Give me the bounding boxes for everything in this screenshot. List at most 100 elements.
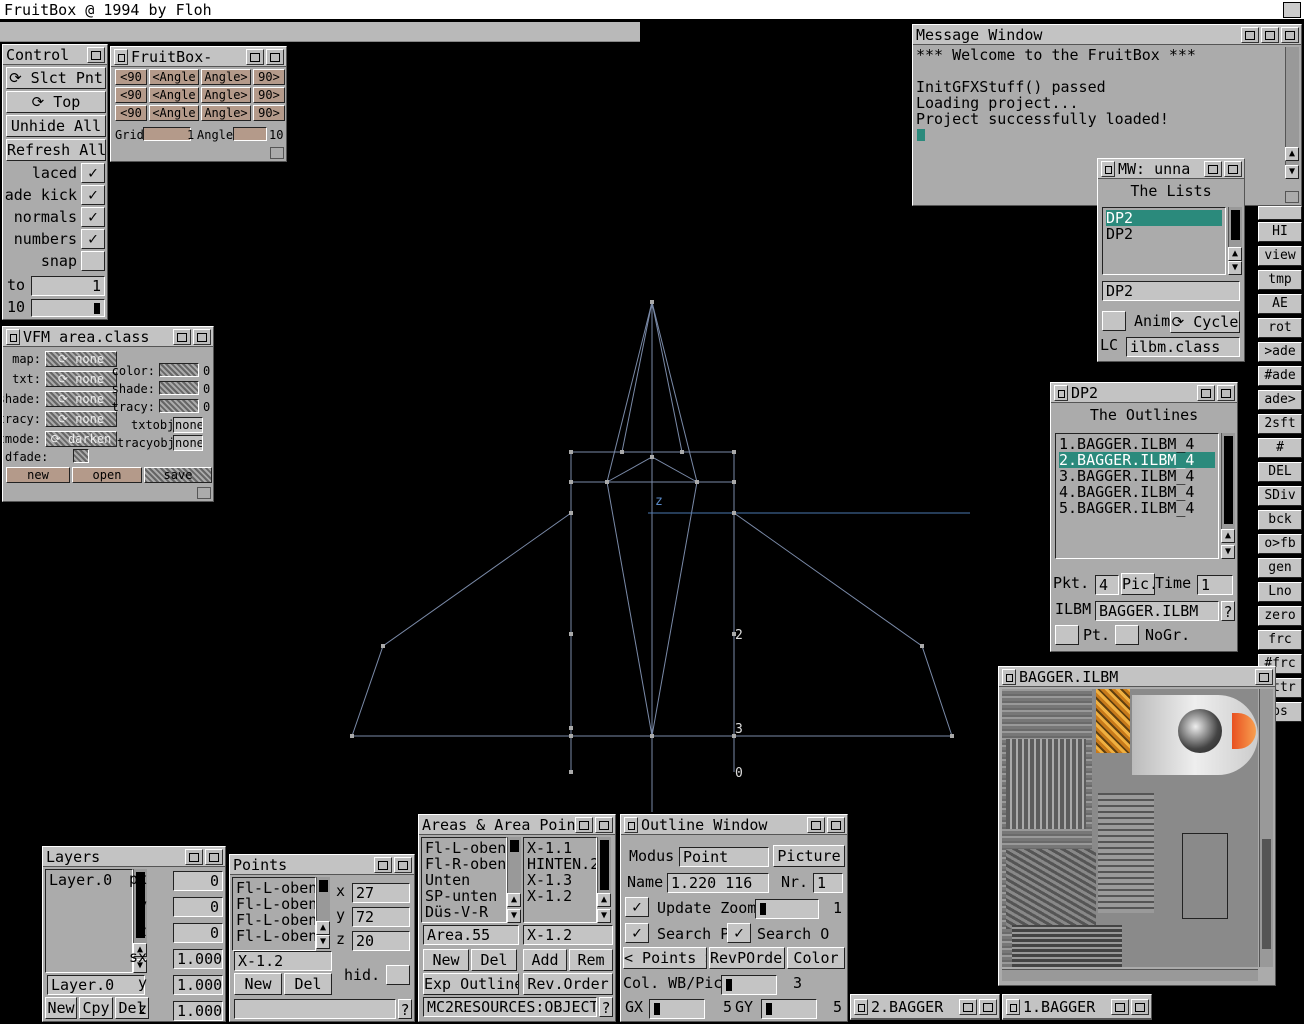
depth-gadget-icon[interactable]	[87, 46, 105, 63]
depth-gadget-icon[interactable]	[1255, 668, 1273, 685]
depth-gadget-icon[interactable]	[1217, 384, 1235, 401]
vfm-new-button[interactable]: new	[6, 467, 70, 483]
layers-listview[interactable]: Layer.0	[45, 869, 133, 973]
points-scrollbar[interactable]	[316, 877, 330, 923]
option-checkbox[interactable]: ✓	[81, 229, 105, 249]
sidebar-command-button[interactable]: ade>	[1258, 390, 1302, 410]
depth-gadget-icon[interactable]	[193, 328, 211, 345]
list-item[interactable]: X-1.3	[527, 872, 593, 888]
hidden-checkbox[interactable]	[386, 965, 410, 985]
grid-slider[interactable]	[143, 127, 191, 141]
rotate-button[interactable]: <90	[115, 105, 147, 121]
layer-name-field[interactable]: Layer.0	[47, 975, 145, 995]
zoom-gadget-icon[interactable]	[185, 848, 203, 865]
depth-gadget-icon[interactable]	[827, 816, 845, 833]
sidebar-command-button[interactable]: Lno	[1258, 582, 1302, 602]
vfm-param-cycle[interactable]: ⟳ darken	[45, 431, 117, 447]
vfm-param-slider[interactable]	[159, 381, 199, 395]
list-item[interactable]: Unten	[425, 872, 503, 888]
gx-slider[interactable]	[649, 999, 705, 1019]
control-titlebar[interactable]: Control	[3, 45, 107, 65]
scroll-down-icon[interactable]: ▼	[316, 935, 330, 949]
scroll-up-icon[interactable]: ▲	[316, 921, 330, 935]
bagger-texture-image[interactable]	[1002, 689, 1258, 967]
depth-gadget-icon[interactable]	[1224, 160, 1242, 177]
dfade-slider[interactable]	[73, 449, 89, 463]
lists-listview[interactable]: DP2 DP2	[1102, 207, 1226, 275]
zoom-slider[interactable]	[755, 899, 819, 919]
unhide-all-button[interactable]: Unhide All	[6, 115, 106, 137]
pkt-field[interactable]: 4	[1095, 575, 1119, 595]
vfm-param-slider[interactable]	[159, 363, 199, 377]
zoom-gadget-icon[interactable]	[1197, 384, 1215, 401]
search-p-checkbox[interactable]: ✓	[625, 923, 649, 943]
scroll-knob[interactable]	[1262, 839, 1271, 949]
coord-field[interactable]: 72	[352, 907, 410, 927]
outline-name-field[interactable]: 1.220 116	[667, 873, 769, 893]
bagger1-window[interactable]: 1.BAGGER	[1002, 994, 1152, 1020]
coord-field[interactable]: 27	[352, 883, 410, 903]
nogr-checkbox[interactable]	[1115, 625, 1139, 645]
lc-field[interactable]: ilbm.class	[1126, 337, 1240, 357]
rotate-button[interactable]: 90>	[253, 69, 285, 85]
close-icon[interactable]	[1006, 998, 1020, 1015]
point-name-field[interactable]: X-1.2	[234, 951, 332, 971]
rotate-button[interactable]: <Angle	[149, 87, 199, 103]
layer-copy-button[interactable]: Cpy	[79, 997, 113, 1019]
control-window[interactable]: Control ⟳ Slct Pnt ⟳ Top Unhide All Refr…	[2, 44, 108, 320]
scroll-knob[interactable]	[1231, 210, 1240, 240]
list-item[interactable]: X-1.2	[527, 888, 593, 904]
option-checkbox[interactable]: ✓	[81, 185, 105, 205]
sidebar-command-button[interactable]: view	[1258, 246, 1302, 266]
list-item[interactable]: X-1.1	[527, 840, 593, 856]
outlines-scrollbar[interactable]	[1221, 433, 1235, 529]
list-item[interactable]: 5.BAGGER.ILBM_4	[1059, 500, 1215, 516]
tracyobj-field[interactable]: none	[173, 435, 203, 451]
list-item[interactable]: 3.BAGGER.ILBM_4	[1059, 468, 1215, 484]
list-item[interactable]: 2.BAGGER.ILBM_4	[1059, 452, 1215, 468]
list-item[interactable]: Fl-L-oben	[236, 880, 315, 896]
scroll-knob[interactable]	[600, 840, 609, 890]
scroll-down-icon[interactable]: ▼	[1221, 545, 1235, 559]
list-item[interactable]: 1.BAGGER.ILBM_4	[1059, 436, 1215, 452]
area-point-field[interactable]: X-1.2	[523, 925, 613, 945]
color-button[interactable]: Color	[787, 947, 845, 969]
coord-field[interactable]: 0	[173, 897, 223, 917]
coord-field[interactable]: 1.000	[173, 1001, 223, 1021]
coord-field[interactable]: 0	[173, 923, 223, 943]
outlines-listview[interactable]: 1.BAGGER.ILBM_4 2.BAGGER.ILBM_4 3.BAGGER…	[1055, 433, 1219, 559]
points-listview[interactable]: Fl-L-oben Fl-L-oben Fl-L-oben Fl-L-oben	[232, 877, 316, 951]
rotate-button[interactable]: Angle>	[201, 105, 251, 121]
iconify-gadget-icon[interactable]	[1241, 26, 1259, 43]
sidebar-command-button[interactable]: HI	[1258, 222, 1302, 242]
view-top-cycle[interactable]: ⟳ Top	[6, 91, 106, 113]
point-help-button[interactable]: ?	[398, 999, 412, 1019]
vfm-param-cycle[interactable]: ⟳ none	[45, 371, 117, 387]
sidebar-command-button[interactable]: tmp	[1258, 270, 1302, 290]
vfm-param-cycle[interactable]: ⟳ none	[45, 411, 117, 427]
list-item[interactable]: Fl-R-oben	[425, 856, 506, 872]
size-gadget-icon[interactable]	[1285, 191, 1299, 203]
coord-field[interactable]: 20	[352, 931, 410, 951]
sidebar-command-button[interactable]: #ade	[1258, 366, 1302, 386]
rotate-button[interactable]: <Angle	[149, 105, 199, 121]
list-item[interactable]: Düs-V-R	[425, 904, 503, 920]
dp2-outlines-window[interactable]: DP2 The Outlines 1.BAGGER.ILBM_4 2.BAGGE…	[1050, 382, 1238, 652]
bagger-titlebar[interactable]: BAGGER.ILBM	[999, 667, 1275, 687]
vfm-titlebar[interactable]: VFM area.class	[3, 327, 213, 347]
sidebar-command-button[interactable]: rot	[1258, 318, 1302, 338]
scroll-up-icon[interactable]: ▲	[507, 893, 521, 907]
picture-button[interactable]: Picture	[773, 845, 845, 867]
area-point-remove-button[interactable]: Rem	[569, 949, 613, 971]
vfm-save-button[interactable]: save	[144, 467, 212, 483]
zoom-gadget-icon[interactable]	[575, 816, 593, 833]
point-delete-button[interactable]: Del	[284, 973, 332, 995]
mw-unna-window[interactable]: MW: unna The Lists DP2 DP2 ▲ ▼ DP2 Anim …	[1097, 158, 1245, 362]
areas-titlebar[interactable]: Areas & Area Point	[419, 815, 615, 835]
close-icon[interactable]	[854, 998, 868, 1015]
fruitbox-titlebar[interactable]: FruitBox-	[111, 47, 286, 67]
search-o-checkbox[interactable]: ✓	[727, 923, 751, 943]
depth-gadget-icon[interactable]	[1281, 26, 1299, 43]
option-checkbox[interactable]	[81, 251, 105, 271]
areas-listview[interactable]: Fl-L-oben Fl-R-oben Unten SP-unten Düs-V…	[421, 837, 507, 923]
